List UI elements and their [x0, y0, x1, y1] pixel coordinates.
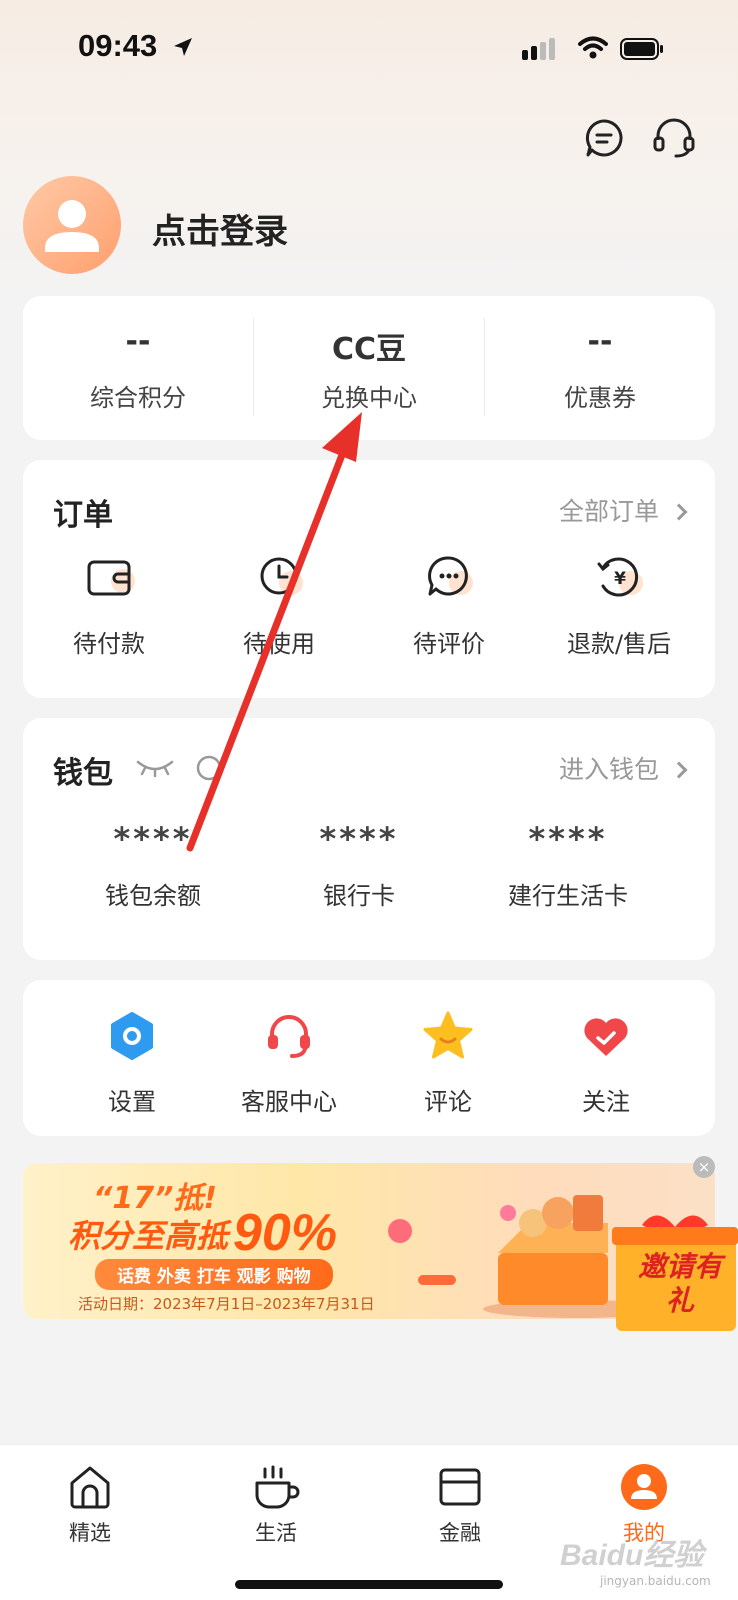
order-label: 退款/售后 — [566, 630, 672, 658]
refresh-icon[interactable] — [195, 754, 223, 782]
tab-label: 生活 — [255, 1521, 297, 1545]
points-value: -- — [125, 324, 151, 359]
wallet-value: **** — [113, 820, 193, 858]
all-orders-label: 全部订单 — [558, 497, 659, 526]
chevron-right-icon — [670, 503, 688, 521]
wallet-value: **** — [319, 820, 399, 858]
cc-bean-value: CC豆 — [331, 332, 407, 367]
banner-headline: 积分至高抵 — [68, 1217, 229, 1255]
order-to-use[interactable]: 待使用 — [193, 548, 365, 659]
wallet-balance[interactable]: **** 钱包余额 — [48, 820, 258, 911]
service-customer-center[interactable]: 客服中心 — [209, 1010, 369, 1117]
order-to-review[interactable]: 待评价 — [363, 548, 535, 659]
clock-icon — [260, 557, 303, 595]
service-label: 客服中心 — [241, 1088, 337, 1116]
ccb-life-card[interactable]: **** 建行生活卡 — [463, 820, 673, 911]
service-reviews[interactable]: 评论 — [368, 1010, 528, 1117]
cup-icon — [255, 1465, 300, 1509]
wallet-value: **** — [528, 820, 608, 858]
order-label: 待使用 — [243, 630, 315, 658]
message-icon[interactable] — [584, 118, 624, 158]
tab-label: 精选 — [69, 1521, 111, 1545]
service-label: 关注 — [582, 1088, 630, 1116]
refund-icon: ¥ — [597, 557, 643, 597]
watermark-brand: Baidu经验 — [560, 1539, 704, 1572]
login-link[interactable]: 点击登录 — [152, 204, 288, 253]
wifi-icon — [578, 36, 608, 59]
wallet-label: 银行卡 — [323, 882, 395, 910]
order-label: 待付款 — [73, 630, 145, 658]
tab-finance[interactable]: 金融 — [400, 1463, 520, 1547]
customer-service-icon[interactable] — [652, 116, 696, 160]
chat-icon — [428, 556, 473, 596]
banner-categories: 话费 外卖 打车 观影 购物 — [95, 1259, 333, 1290]
orders-title: 订单 — [53, 498, 113, 533]
eye-closed-icon[interactable] — [135, 756, 175, 778]
location-icon — [174, 38, 192, 56]
wallet-card: 钱包 进入钱包 **** 钱包余额 **** 银行卡 **** 建行生活卡 — [23, 718, 715, 960]
service-settings[interactable]: 设置 — [52, 1010, 212, 1117]
service-label: 设置 — [108, 1088, 156, 1116]
banner-date: 活动日期：2023年7月1日–2023年7月31日 — [78, 1295, 375, 1313]
wallet-label: 钱包余额 — [105, 882, 201, 910]
status-time: 09:43 — [78, 28, 158, 63]
stats-card: -- 综合积分 CC豆 兑换中心 -- 优惠券 — [23, 296, 715, 440]
enter-wallet-label: 进入钱包 — [558, 755, 659, 784]
card-icon — [439, 1468, 481, 1506]
heart-icon — [584, 1018, 628, 1056]
tab-featured[interactable]: 精选 — [30, 1463, 150, 1547]
wallet-icon — [87, 560, 135, 596]
coupons-value: -- — [587, 324, 613, 359]
points-label: 综合积分 — [90, 384, 186, 412]
bank-card[interactable]: **** 银行卡 — [254, 820, 464, 911]
orders-card: 订单 全部订单 待付款 待使用 待评价 ¥ 退款/售后 — [23, 460, 715, 698]
order-refund[interactable]: ¥ 退款/售后 — [533, 548, 705, 659]
avatar[interactable] — [23, 176, 121, 274]
exchange-center-label: 兑换中心 — [321, 384, 417, 412]
tab-life[interactable]: 生活 — [216, 1463, 336, 1547]
user-icon — [621, 1464, 667, 1510]
chevron-right-icon — [670, 761, 688, 779]
banner-percent: 90% — [233, 1204, 338, 1262]
points-stat[interactable]: -- 综合积分 — [23, 296, 253, 440]
enter-wallet-link[interactable]: 进入钱包 — [558, 750, 688, 786]
exchange-center-stat[interactable]: CC豆 兑换中心 — [254, 296, 484, 440]
star-icon — [423, 1011, 473, 1059]
service-follow[interactable]: 关注 — [526, 1010, 686, 1117]
wallet-label: 建行生活卡 — [508, 882, 628, 910]
coupons-label: 优惠券 — [564, 384, 636, 412]
signal-icon — [522, 38, 555, 60]
user-icon — [45, 200, 99, 252]
tab-label: 金融 — [439, 1521, 481, 1545]
home-indicator — [235, 1580, 503, 1589]
all-orders-link[interactable]: 全部订单 — [558, 492, 688, 528]
coupons-stat[interactable]: -- 优惠券 — [485, 296, 715, 440]
order-label: 待评价 — [413, 630, 485, 658]
home-icon — [70, 1466, 110, 1509]
battery-icon — [620, 38, 663, 60]
services-card: 设置 客服中心 评论 关注 — [23, 980, 715, 1136]
settings-icon — [111, 1012, 153, 1060]
watermark-url: jingyan.baidu.com — [600, 1574, 711, 1588]
banner-close-button[interactable]: × — [693, 1156, 715, 1178]
order-pending-payment[interactable]: 待付款 — [23, 548, 195, 659]
invite-gift-text: 邀请有礼 — [637, 1250, 722, 1317]
wallet-title: 钱包 — [53, 756, 113, 791]
svg-text:¥: ¥ — [614, 569, 626, 589]
service-label: 评论 — [424, 1088, 472, 1116]
headset-icon — [268, 1015, 310, 1058]
